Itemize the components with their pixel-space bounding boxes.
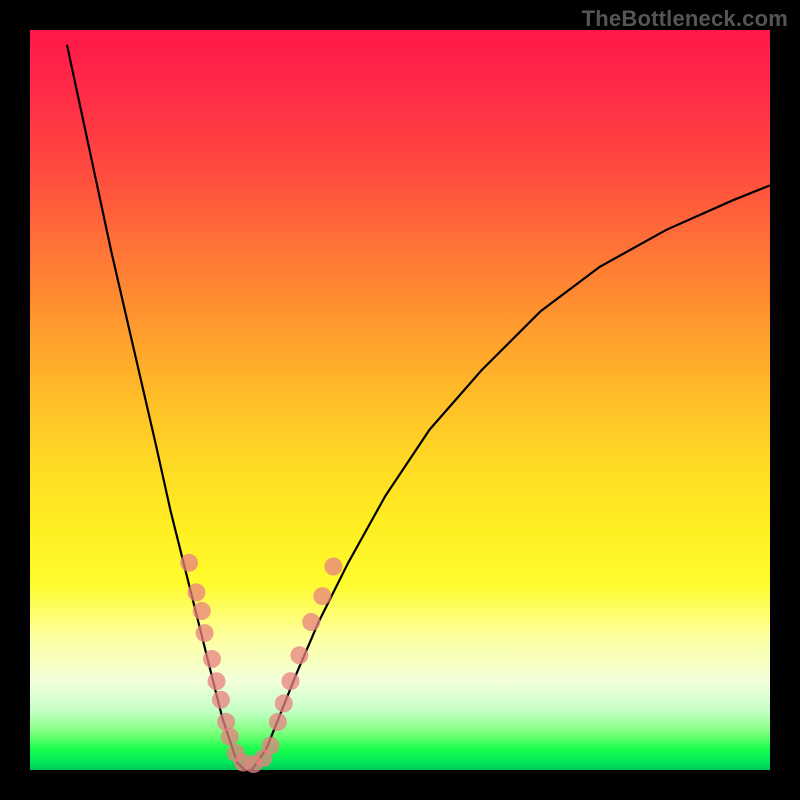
data-marker <box>302 613 320 631</box>
plot-area <box>30 30 770 770</box>
right-curve <box>252 185 770 770</box>
data-marker <box>196 624 214 642</box>
data-marker <box>324 558 342 576</box>
left-curve <box>67 45 252 770</box>
chart-svg <box>30 30 770 770</box>
data-marker <box>262 737 280 755</box>
data-marker <box>275 694 293 712</box>
data-marker <box>221 728 239 746</box>
markers-group <box>180 554 342 773</box>
data-marker <box>188 583 206 601</box>
data-marker <box>290 646 308 664</box>
data-marker <box>193 602 211 620</box>
watermark-text: TheBottleneck.com <box>582 6 788 32</box>
data-marker <box>282 672 300 690</box>
data-marker <box>313 587 331 605</box>
data-marker <box>203 650 221 668</box>
chart-container: TheBottleneck.com <box>0 0 800 800</box>
data-marker <box>180 554 198 572</box>
data-marker <box>269 713 287 731</box>
data-marker <box>212 691 230 709</box>
curve-group <box>67 45 770 770</box>
data-marker <box>208 672 226 690</box>
